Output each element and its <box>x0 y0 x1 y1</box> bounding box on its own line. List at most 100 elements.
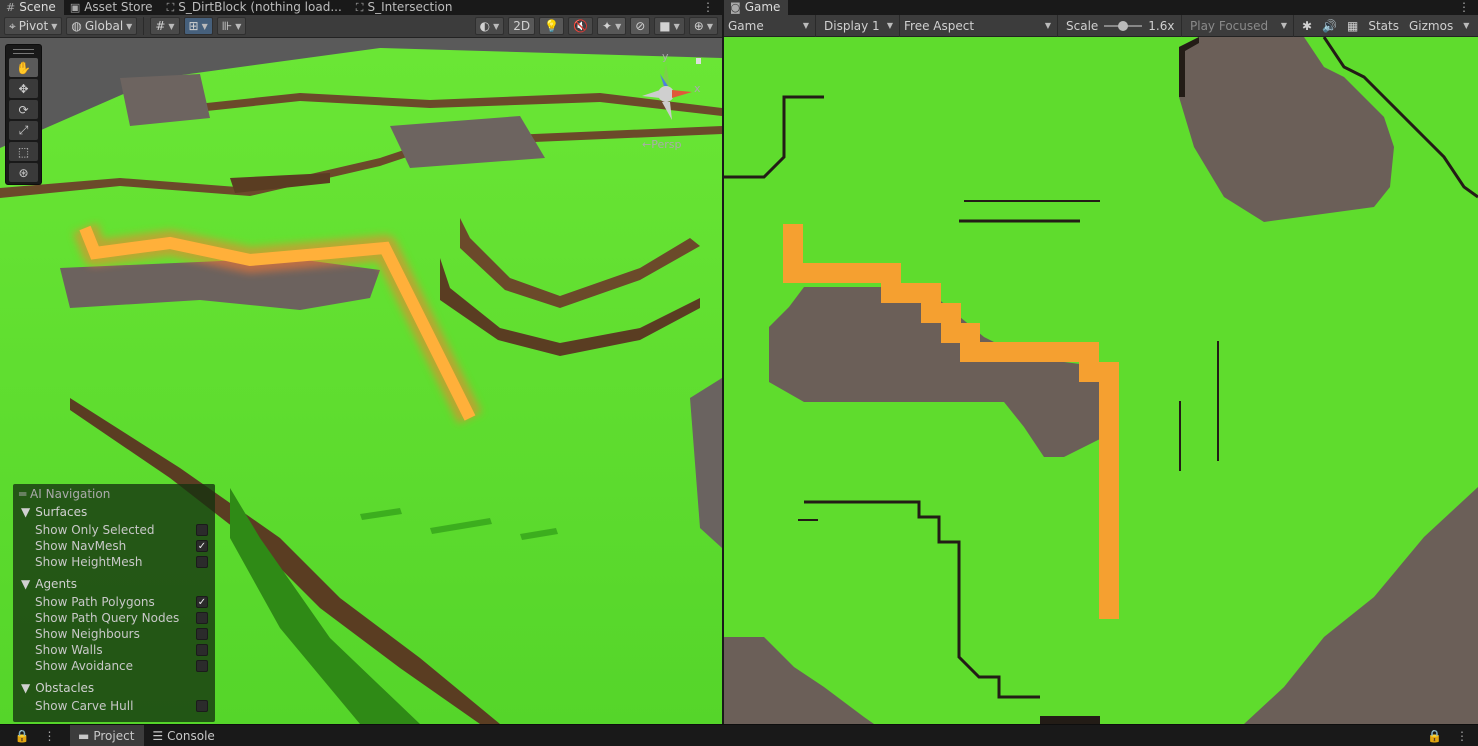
foldout-arrow-icon: ▼ <box>21 577 31 591</box>
scale-slider[interactable] <box>1104 20 1143 31</box>
move-tool-button[interactable]: ✥ <box>9 79 38 98</box>
show-heightmesh-row[interactable]: Show HeightMesh <box>13 554 215 570</box>
globe-icon: ◍ <box>71 19 82 33</box>
speaker-icon[interactable]: 🔊 <box>1322 19 1337 33</box>
tab-scene[interactable]: # Scene <box>0 0 64 15</box>
surfaces-foldout[interactable]: ▼ Surfaces <box>13 502 215 522</box>
show-path-polygons-row[interactable]: Show Path Polygons ✓ <box>13 594 215 610</box>
ai-navigation-title[interactable]: ═ AI Navigation <box>13 486 215 502</box>
ruler-icon: ⊪ <box>221 19 233 33</box>
grid-toggle-button[interactable]: # ▼ <box>150 17 180 35</box>
gizmo-y-label: y <box>662 50 669 63</box>
gizmo-x-axis[interactable] <box>672 90 692 98</box>
lock-icon[interactable] <box>696 58 701 64</box>
more-options-icon[interactable]: ⋮ <box>1458 0 1470 15</box>
agents-foldout[interactable]: ▼ Agents <box>13 574 215 594</box>
gizmos-dropdown[interactable]: ⊕ ▼ <box>688 17 718 35</box>
global-dropdown[interactable]: ◍ Global ▼ <box>66 17 138 35</box>
prefab-icon: ⛶ <box>166 1 175 14</box>
chevron-down-icon: ▼ <box>802 21 809 30</box>
show-neighbours-checkbox[interactable] <box>196 628 208 640</box>
console-icon: ☰ <box>152 728 164 743</box>
show-path-polygons-checkbox[interactable]: ✓ <box>196 596 208 608</box>
lighting-toggle-button[interactable]: 💡 <box>539 17 565 35</box>
show-walls-row[interactable]: Show Walls <box>13 642 215 658</box>
mute-icon: 🔇 <box>573 19 588 33</box>
more-options-icon[interactable]: ⋮ <box>702 0 714 15</box>
game-view-label: Game <box>728 18 764 33</box>
increment-snap-button[interactable]: ⊪ ▼ <box>216 17 247 35</box>
camera-dropdown[interactable]: ■ ▼ <box>654 17 685 35</box>
show-navmesh-checkbox[interactable]: ✓ <box>196 540 208 552</box>
game-view-dropdown[interactable]: Game ▼ <box>724 14 816 37</box>
show-only-selected-row[interactable]: Show Only Selected <box>13 522 215 538</box>
bag-icon: ▣ <box>69 1 81 14</box>
tab-game[interactable]: ◙ Game <box>724 0 789 15</box>
gizmo-neg-y-axis[interactable] <box>662 102 672 120</box>
lock-icon[interactable]: 🔒 <box>1427 729 1442 743</box>
show-walls-checkbox[interactable] <box>196 644 208 656</box>
more-options-icon[interactable]: ⋮ <box>1456 729 1468 743</box>
tab-asset-store[interactable]: ▣ Asset Store <box>64 0 161 15</box>
show-path-query-nodes-row[interactable]: Show Path Query Nodes <box>13 610 215 626</box>
play-mode-dropdown[interactable]: Play Focused ▼ <box>1182 14 1294 37</box>
lock-icon[interactable]: 🔒 <box>15 729 30 743</box>
rotate-tool-button[interactable]: ⟳ <box>9 100 38 119</box>
scale-value: 1.6x <box>1148 18 1175 33</box>
display-dropdown[interactable]: Display 1 ▼ <box>816 14 900 37</box>
effects-dropdown[interactable]: ✦ ▼ <box>597 17 627 35</box>
show-carve-hull-checkbox[interactable] <box>196 700 208 712</box>
gizmo-neg-x-axis[interactable] <box>642 90 660 98</box>
chevron-down-icon: ▼ <box>126 21 133 31</box>
scene-viewport[interactable]: ✋ ✥ ⟳ ⤢ ⬚ ⊛ y x ←Persp ═ AI Navigation ▼… <box>0 38 722 724</box>
transform-tool-button[interactable]: ⊛ <box>9 163 38 182</box>
bug-icon[interactable]: ✱ <box>1302 19 1312 33</box>
show-avoidance-row[interactable]: Show Avoidance <box>13 658 215 674</box>
tab-console[interactable]: ☰ Console <box>144 725 224 746</box>
audio-toggle-button[interactable]: 🔇 <box>568 17 593 35</box>
tab-dirtblock[interactable]: ⛶ S_DirtBlock (nothing load... <box>161 0 350 15</box>
gizmos-button[interactable]: Gizmos <box>1409 19 1453 33</box>
orientation-gizmo[interactable] <box>630 50 710 146</box>
stats-button[interactable]: Stats <box>1368 19 1399 33</box>
drag-handle[interactable] <box>13 49 34 54</box>
show-avoidance-checkbox[interactable] <box>196 660 208 672</box>
grid-snap-button[interactable]: ⊞ ▼ <box>183 17 213 35</box>
tab-project[interactable]: ▬ Project <box>70 725 145 746</box>
show-path-query-nodes-checkbox[interactable] <box>196 612 208 624</box>
show-neighbours-row[interactable]: Show Neighbours <box>13 626 215 642</box>
tab-intersection[interactable]: ⛶ S_Intersection <box>350 0 461 15</box>
more-options-icon[interactable]: ⋮ <box>43 729 55 743</box>
2d-toggle-button[interactable]: 2D <box>508 17 536 35</box>
show-carve-hull-row[interactable]: Show Carve Hull <box>13 698 215 714</box>
rect-tool-button[interactable]: ⬚ <box>9 142 38 161</box>
chevron-down-icon: ▼ <box>1280 21 1287 30</box>
hidden-objects-toggle[interactable]: ⊘ <box>630 17 651 35</box>
projection-label[interactable]: ←Persp <box>642 138 681 151</box>
gizmo-globe-icon: ⊕ <box>693 19 704 33</box>
terrain-edge <box>1040 716 1100 724</box>
gizmo-center <box>658 86 674 102</box>
scale-control[interactable]: Scale 1.6x <box>1058 14 1182 37</box>
tab-label: Asset Store <box>84 0 153 14</box>
show-only-selected-checkbox[interactable] <box>196 524 208 536</box>
chevron-down-icon[interactable]: ▼ <box>1463 21 1469 30</box>
grid-icon[interactable]: ▦ <box>1347 19 1358 33</box>
display-label: Display 1 <box>824 18 880 33</box>
tab-label: S_DirtBlock (nothing load... <box>178 0 342 14</box>
obstacles-foldout[interactable]: ▼ Obstacles <box>13 678 215 698</box>
show-navmesh-row[interactable]: Show NavMesh ✓ <box>13 538 215 554</box>
slider-thumb[interactable] <box>1118 20 1129 31</box>
camera-icon: ■ <box>659 19 671 33</box>
shading-mode-button[interactable]: ◐ ▼ <box>474 17 505 35</box>
show-heightmesh-checkbox[interactable] <box>196 556 208 568</box>
option-label: Show Carve Hull <box>35 699 134 713</box>
aspect-dropdown[interactable]: Free Aspect ▼ <box>900 14 1058 37</box>
pivot-dropdown[interactable]: ⌖ Pivot ▼ <box>4 17 63 35</box>
scale-tool-button[interactable]: ⤢ <box>9 121 38 140</box>
scale-icon: ⤢ <box>18 123 29 137</box>
chevron-down-icon: ▼ <box>235 21 242 31</box>
hand-tool-button[interactable]: ✋ <box>9 58 38 77</box>
rect-icon: ⬚ <box>17 144 30 159</box>
game-viewport[interactable] <box>724 37 1478 724</box>
